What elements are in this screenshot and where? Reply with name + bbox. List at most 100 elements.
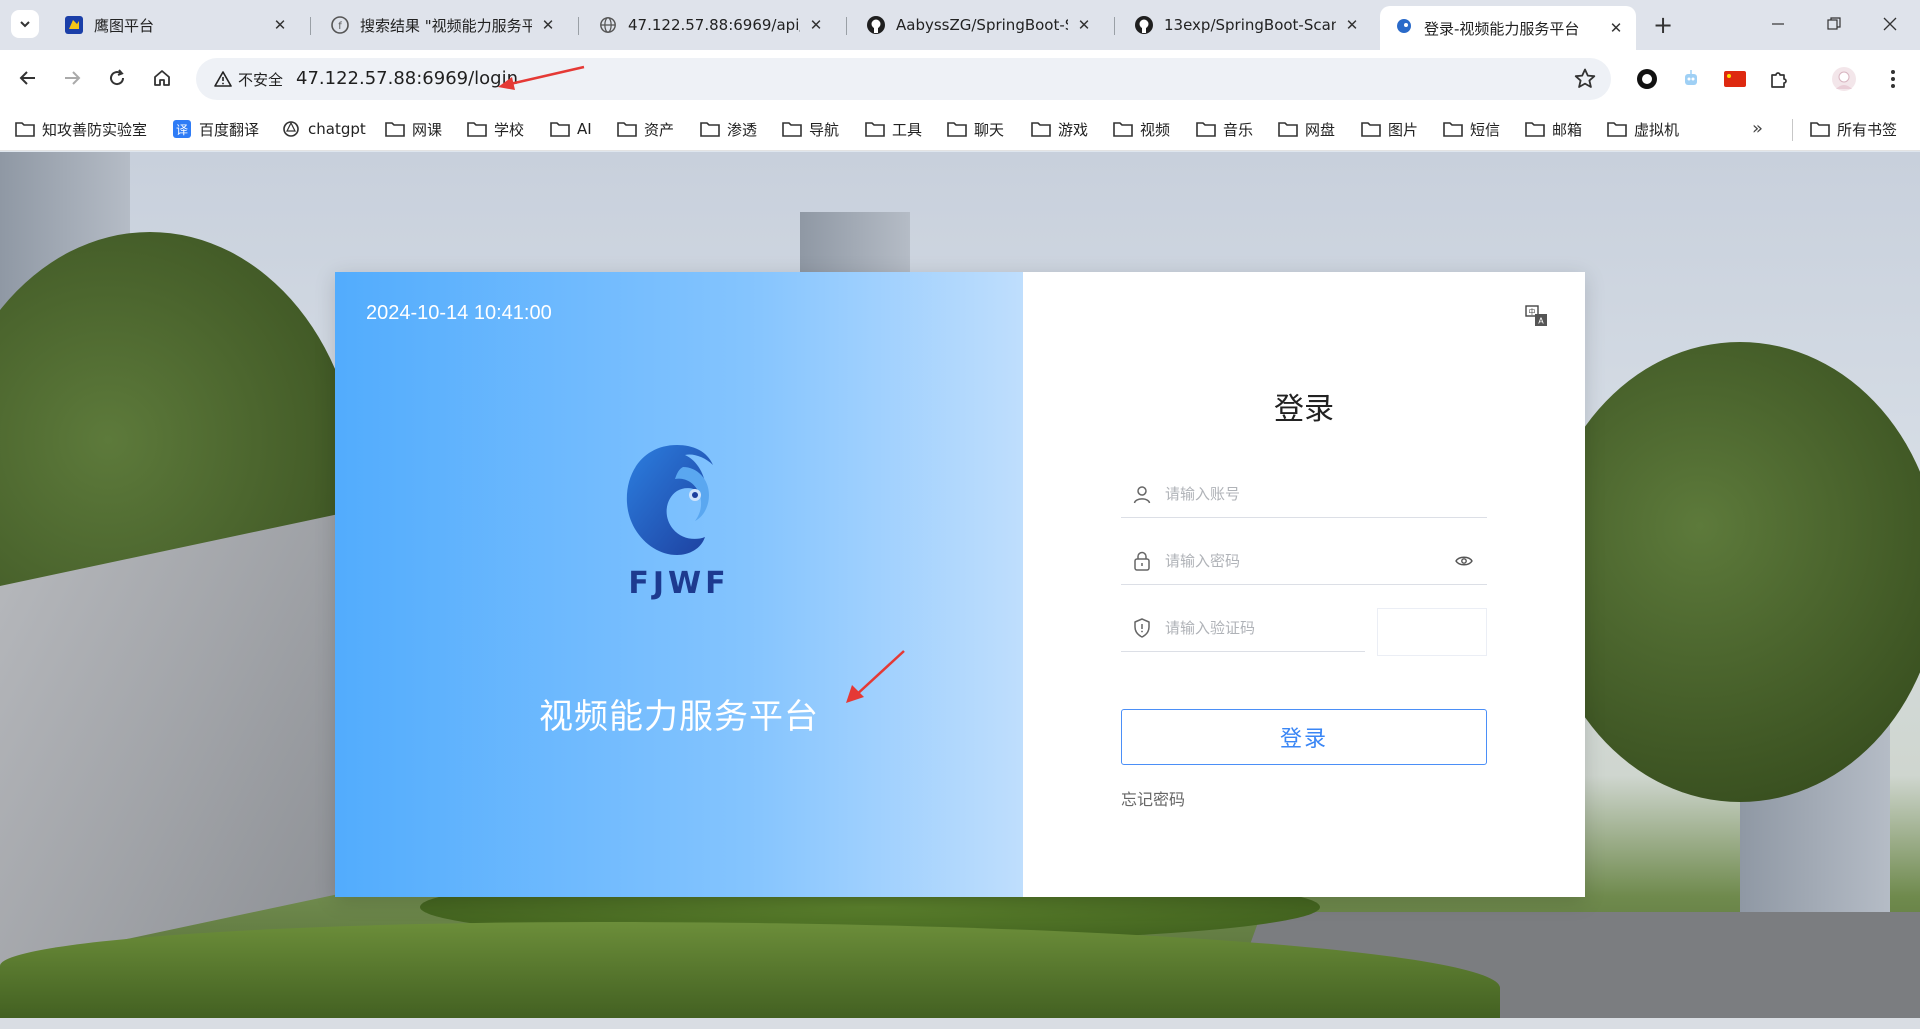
background-tree — [1540, 342, 1920, 802]
bookmark-item[interactable]: 学校 — [467, 116, 524, 142]
platform-name: 视频能力服务平台 — [539, 697, 819, 737]
bookmark-label: 音乐 — [1223, 120, 1254, 139]
bookmark-item[interactable]: 译百度翻译 — [172, 116, 259, 142]
browser-menu-button[interactable] — [1879, 65, 1907, 93]
tab-strip: 鹰图平台 ✕ f 搜索结果 "视频能力服务平 ✕ 47.122.57.88:69… — [0, 0, 1920, 50]
github-icon — [866, 15, 886, 35]
close-icon[interactable]: ✕ — [270, 15, 290, 35]
bookmark-item[interactable]: 工具 — [865, 116, 922, 142]
bookmark-item[interactable]: 网盘 — [1278, 116, 1335, 142]
folder-icon — [947, 119, 967, 139]
puzzle-icon — [1771, 72, 1787, 88]
tab-hunter[interactable]: 鹰图平台 ✕ — [50, 6, 300, 44]
back-button[interactable] — [12, 62, 44, 94]
bookmark-item[interactable]: 虚拟机 — [1607, 116, 1679, 142]
bookmark-item[interactable]: chatgpt — [281, 116, 366, 142]
tab-api[interactable]: 47.122.57.88:6969/api/ac ✕ — [584, 6, 836, 44]
password-input[interactable] — [1165, 551, 1453, 570]
tab-fofa-search[interactable]: f 搜索结果 "视频能力服务平 ✕ — [316, 6, 568, 44]
bookmark-item[interactable]: 游戏 — [1031, 116, 1088, 142]
login-page: 2024-10-14 10:41:00 FJWF 视频能力服务平台 中 A 登录… — [0, 152, 1920, 1018]
arrow-right-icon — [65, 71, 81, 85]
svg-text:中: 中 — [1529, 307, 1536, 316]
bookmark-item[interactable]: 资产 — [617, 116, 674, 142]
security-indicator[interactable]: 不安全 — [204, 64, 293, 94]
address-bar[interactable]: 不安全 47.122.57.88:6969/login — [196, 58, 1611, 100]
bookmark-label: 资产 — [644, 120, 675, 139]
new-tab-button[interactable]: + — [1648, 10, 1678, 40]
bookmark-label: 聊天 — [974, 120, 1005, 139]
extension-bot-button[interactable] — [1677, 65, 1705, 93]
extension-circle-button[interactable] — [1633, 65, 1661, 93]
bookmark-star-icon[interactable] — [1573, 67, 1597, 91]
translate-icon: 译 — [172, 119, 192, 139]
folder-icon — [1361, 119, 1381, 139]
account-input[interactable] — [1165, 484, 1487, 503]
site-logo-icon — [1394, 18, 1414, 38]
bookmark-item[interactable]: 网课 — [385, 116, 442, 142]
brand-panel: 2024-10-14 10:41:00 FJWF 视频能力服务平台 — [335, 272, 1023, 897]
close-icon[interactable]: ✕ — [1606, 18, 1626, 38]
tab-title: 搜索结果 "视频能力服务平 — [360, 16, 532, 35]
lock-icon — [1131, 550, 1153, 572]
tab-github-13exp[interactable]: 13exp/SpringBoot-Scan- ✕ — [1120, 6, 1372, 44]
bookmark-label: 导航 — [809, 120, 840, 139]
user-icon — [1131, 483, 1153, 505]
forward-button[interactable] — [56, 62, 88, 94]
login-button[interactable]: 登录 — [1121, 709, 1487, 765]
bookmark-item[interactable]: 视频 — [1113, 116, 1170, 142]
url-text[interactable]: 47.122.57.88:6969/login — [296, 68, 518, 89]
extensions-button[interactable] — [1765, 65, 1793, 93]
tab-github-aabysszg[interactable]: AabyssZG/SpringBoot-Sc ✕ — [852, 6, 1104, 44]
openai-icon — [281, 119, 301, 139]
extension-flag-button[interactable] — [1721, 65, 1749, 93]
bookmark-label: 工具 — [892, 120, 923, 139]
folder-icon — [1525, 119, 1545, 139]
login-form-panel: 中 A 登录 请输入账号 请输入验证码 登录 忘记密码 — [1023, 272, 1585, 897]
forgot-password-link[interactable]: 忘记密码 — [1121, 786, 1185, 810]
all-bookmarks-item[interactable]: 所有书签 — [1810, 116, 1897, 142]
home-button[interactable] — [146, 62, 178, 94]
bookmark-item[interactable]: 渗透 — [700, 116, 757, 142]
close-window-button[interactable] — [1870, 8, 1910, 40]
more-bookmarks-button[interactable]: » — [1752, 118, 1763, 139]
bookmark-item[interactable]: 聊天 — [947, 116, 1004, 142]
captcha-input[interactable] — [1165, 618, 1365, 637]
tab-login-active[interactable]: 登录-视频能力服务平台 ✕ — [1380, 6, 1636, 50]
bookmark-item[interactable]: 图片 — [1361, 116, 1418, 142]
bookmark-item[interactable]: 短信 — [1443, 116, 1500, 142]
bookmark-item[interactable]: AI — [550, 116, 592, 142]
bookmark-label: 网课 — [412, 120, 443, 139]
close-icon[interactable]: ✕ — [1074, 15, 1094, 35]
folder-icon — [1810, 119, 1830, 139]
window-bottom-edge — [0, 1018, 1920, 1029]
reload-button[interactable] — [101, 62, 133, 94]
tab-search-button[interactable] — [11, 10, 39, 38]
background-wall — [0, 509, 360, 975]
eye-icon[interactable] — [1453, 550, 1475, 572]
hunter-icon — [64, 15, 84, 35]
folder-icon — [385, 119, 405, 139]
minimize-icon — [1772, 23, 1784, 25]
svg-text:译: 译 — [176, 123, 188, 137]
bookmark-item[interactable]: 音乐 — [1196, 116, 1253, 142]
bookmark-label: 百度翻译 — [199, 120, 260, 139]
restore-button[interactable] — [1814, 8, 1854, 40]
captcha-image[interactable] — [1377, 608, 1487, 656]
bookmark-item[interactable]: 导航 — [782, 116, 839, 142]
profile-button[interactable] — [1830, 65, 1858, 93]
tab-separator — [846, 17, 847, 35]
bookmark-label: 虚拟机 — [1634, 120, 1680, 139]
platform-logo: FJWF — [615, 437, 743, 607]
arrow-left-icon — [19, 71, 35, 85]
bookmark-item[interactable]: 邮箱 — [1525, 116, 1582, 142]
translate-icon[interactable]: 中 A — [1525, 304, 1549, 328]
fofa-icon: f — [330, 15, 350, 35]
close-icon[interactable]: ✕ — [1342, 15, 1362, 35]
folder-icon — [700, 119, 720, 139]
bookmark-item[interactable]: 知攻善防实验室 — [15, 116, 147, 142]
warning-icon — [214, 71, 232, 87]
close-icon[interactable]: ✕ — [538, 15, 558, 35]
close-icon[interactable]: ✕ — [806, 15, 826, 35]
minimize-button[interactable] — [1758, 8, 1798, 40]
